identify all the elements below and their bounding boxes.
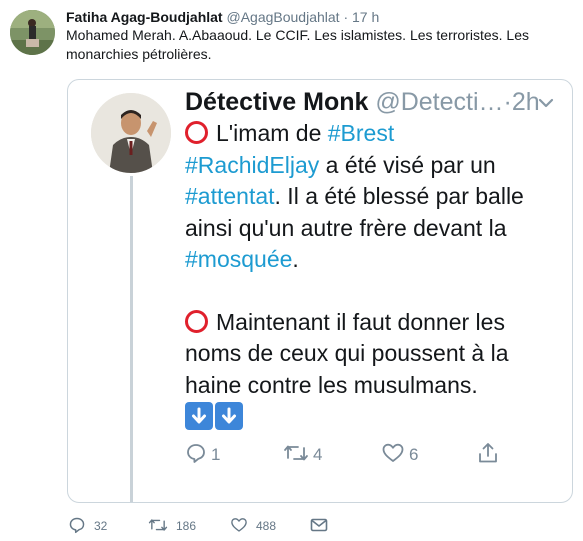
envelope-icon	[310, 517, 336, 536]
inner-reply-count: 1	[211, 445, 221, 464]
outer-tweet-header: Fatiha Agag-Boudjahlat @AgagBoudjahlat ·…	[66, 8, 379, 26]
like-count: 488	[256, 519, 277, 533]
quoted-tweet-card[interactable]: Détective Monk @Detecti…·2h L'imam de #B…	[67, 79, 573, 503]
red-circle-icon	[185, 121, 208, 144]
inner-text-line: haine contre les musulmans.	[185, 371, 478, 398]
outer-timestamp[interactable]: 17 h	[352, 9, 379, 25]
inner-text-line: noms de ceux qui poussent à la	[185, 340, 509, 366]
inner-retweet-count: 4	[313, 445, 323, 464]
outer-tweet-text: Mohamed Merah. A.Abaaoud. Le CCIF. Les i…	[66, 27, 529, 62]
hashtag: #RachidEljay	[185, 151, 320, 178]
inner-reply: 1	[185, 440, 220, 470]
red-circle-icon	[185, 309, 208, 333]
retweet-count: 186	[176, 519, 197, 533]
inner-text-line: ainsi qu'un autre frère devant la	[185, 214, 507, 241]
inner-text-line: L'imam de	[216, 120, 328, 146]
inner-tweet-text: L'imam de #Brest #RachidEljay a été visé…	[185, 118, 565, 433]
share-icon	[477, 441, 503, 470]
reply-count: 32	[94, 519, 108, 533]
inner-like-count: 6	[409, 445, 419, 464]
inner-text-line: . Il a été blessé par balle	[274, 183, 524, 209]
inner-retweet: 4	[283, 440, 322, 470]
outer-handle[interactable]: @AgagBoudjahlat	[226, 9, 339, 25]
outer-display-name[interactable]: Fatiha Agag-Boudjahlat	[66, 9, 223, 25]
hashtag: #mosquée	[185, 246, 293, 272]
outer-action-bar: 32 186 488	[68, 515, 368, 537]
heart-icon	[381, 442, 409, 469]
reply-icon	[185, 442, 211, 469]
inner-display-name: Détective Monk	[185, 88, 369, 116]
inner-share	[477, 440, 503, 470]
retweet-button[interactable]: 186	[148, 515, 196, 537]
inner-action-bar: 1 4 6	[185, 440, 565, 470]
direct-message-button[interactable]	[310, 515, 336, 537]
hashtag: #Brest	[327, 120, 395, 146]
heart-icon	[230, 516, 256, 537]
chevron-down-icon	[536, 93, 556, 113]
inner-handle: @Detecti…	[375, 88, 504, 116]
like-button[interactable]: 488	[230, 515, 276, 537]
inner-text-line: a été visé par un	[319, 151, 496, 178]
inner-like: 6	[381, 440, 418, 470]
retweet-icon	[148, 516, 176, 537]
reply-icon	[68, 516, 94, 537]
inner-text-line: Maintenant il faut donner les	[216, 308, 505, 335]
retweet-icon	[283, 442, 313, 469]
inner-separator: ·	[503, 88, 512, 116]
inner-tweet-header: Détective Monk @Detecti…·2h	[185, 86, 540, 118]
inner-avatar	[91, 93, 171, 173]
outer-avatar[interactable]	[10, 10, 55, 55]
down-arrow-icon	[185, 402, 213, 430]
outer-separator: ·	[343, 9, 349, 25]
reply-button[interactable]: 32	[68, 515, 107, 537]
down-arrow-icon	[215, 402, 243, 430]
thread-line	[130, 176, 133, 502]
inner-text-line: .	[292, 246, 299, 272]
hashtag: #attentat	[185, 183, 275, 209]
